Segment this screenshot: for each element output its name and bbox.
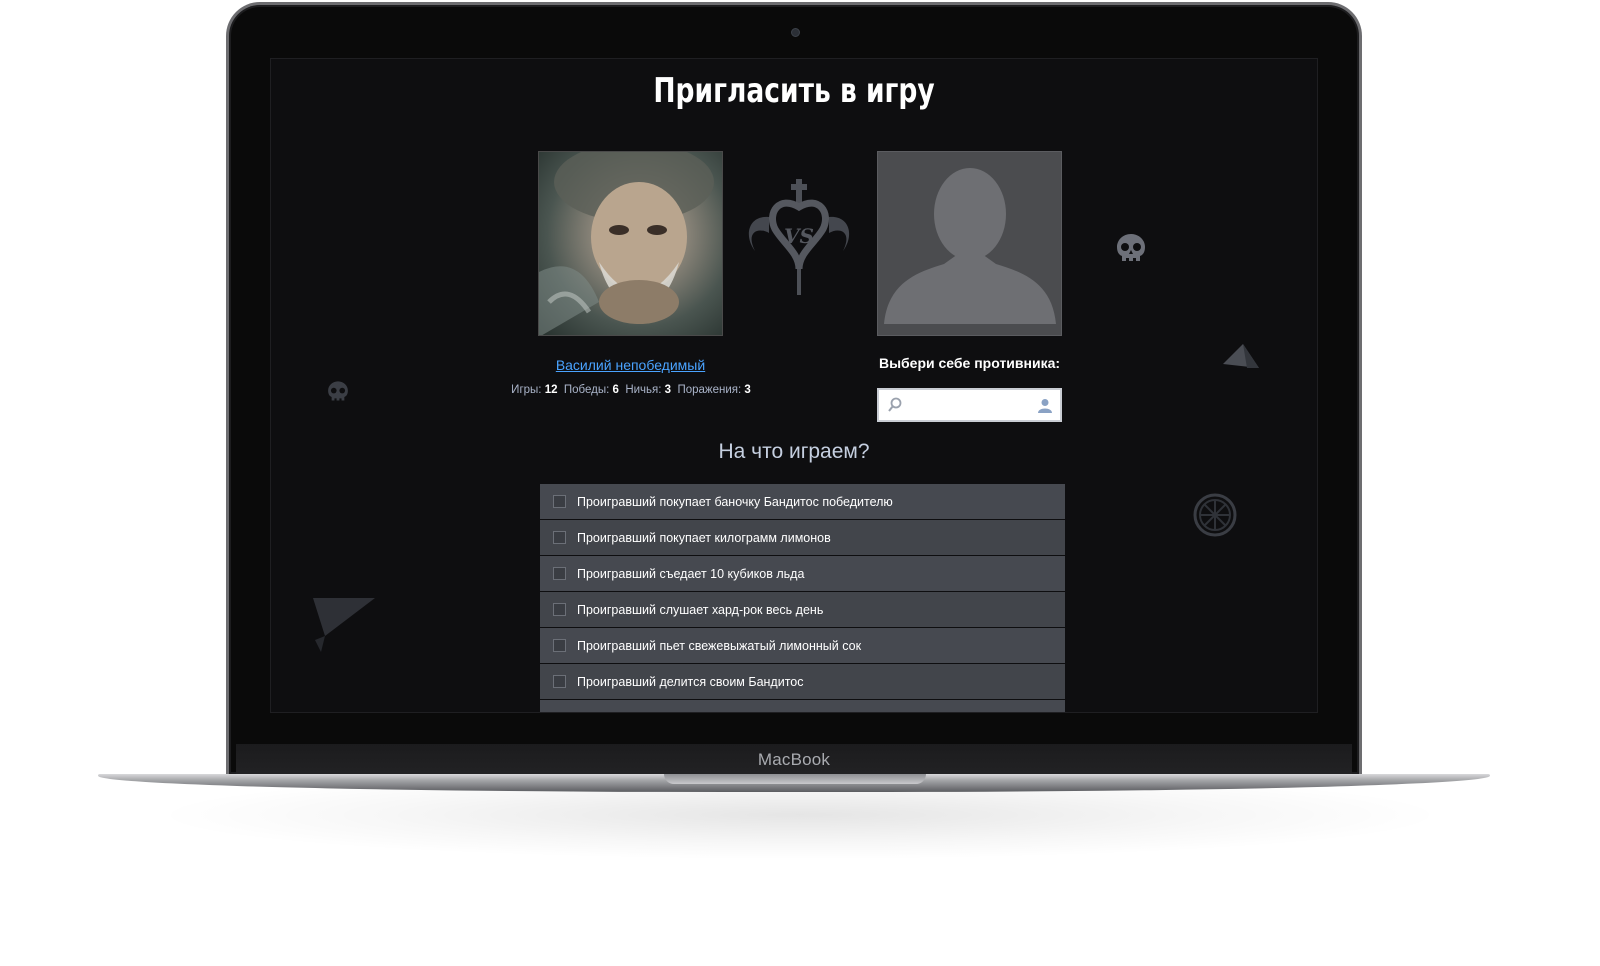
search-icon <box>888 397 902 412</box>
bet-option[interactable]: Проигравший покупает баночку Бандитос по… <box>540 484 1065 519</box>
vs-emblem-icon: VS <box>748 179 850 295</box>
laptop-chin: MacBook <box>236 744 1352 778</box>
avatar-silhouette-icon <box>884 168 1056 324</box>
bet-option[interactable]: Проигравший делится своим Бандитос <box>540 664 1065 699</box>
paper-plane-icon <box>313 598 375 652</box>
bet-option[interactable]: Проигравший покупает килограмм лимонов <box>540 520 1065 555</box>
bet-option-label: Проигравший съедает 10 кубиков льда <box>577 566 805 581</box>
bet-checkbox[interactable] <box>553 675 566 688</box>
paper-plane-icon <box>1223 344 1259 368</box>
stat-label: Поражения: <box>677 384 742 396</box>
choose-opponent-label: Выбери себе противника: <box>878 355 1061 371</box>
bet-option[interactable]: Проигравший слушает хард-рок весь день <box>540 592 1065 627</box>
bet-option-label: Проигравший пьет свежевыжатый лимонный с… <box>577 638 862 653</box>
opponent-avatar[interactable] <box>877 151 1062 336</box>
device-brand-label: MacBook <box>757 750 831 769</box>
stat-value: 12 <box>544 384 558 396</box>
player-photo <box>539 152 714 335</box>
opponent-search-input[interactable] <box>905 394 1033 418</box>
stat-value: 3 <box>744 384 751 396</box>
stat-label: Победы: <box>563 384 610 396</box>
bet-checkbox[interactable] <box>553 495 566 508</box>
bet-option-label: Проигравший покупает килограмм лимонов <box>577 530 831 545</box>
bet-option-label: Проигравший слушает хард-рок весь день <box>577 602 824 617</box>
stat-label: Ничья: <box>625 384 662 396</box>
bet-option[interactable]: Проигравший пьет свежевыжатый лимонный с… <box>540 628 1065 663</box>
laptop-hinge-notch <box>664 774 926 784</box>
bet-checkbox[interactable] <box>553 603 566 616</box>
screen: Пригласить в игру VS Василий непобедимый… <box>270 58 1318 713</box>
stat-label: Игры: <box>511 384 542 396</box>
bets-list: Проигравший покупает баночку Бандитос по… <box>540 484 1065 712</box>
bet-option-label: Проигравший покупает баночку Бандитос по… <box>577 494 893 509</box>
webcam <box>791 28 800 37</box>
bets-title: На что играем? <box>718 440 870 463</box>
user-icon[interactable] <box>1038 398 1052 413</box>
player-name-link[interactable]: Василий непобедимый <box>538 357 723 373</box>
player-stats: Игры: 12 Победы: 6 Ничья: 3 Поражения: 3 <box>471 384 791 396</box>
opponent-search-field[interactable] <box>877 388 1062 422</box>
bet-checkbox[interactable] <box>553 531 566 544</box>
bet-option[interactable]: Проигравший съедает 10 кубиков льда <box>540 556 1065 591</box>
stat-value: 6 <box>612 384 619 396</box>
svg-text:VS: VS <box>784 224 814 248</box>
skull-icon <box>1117 234 1145 261</box>
bet-option-partial[interactable] <box>540 700 1065 712</box>
bet-checkbox[interactable] <box>553 639 566 652</box>
bet-option-label: Проигравший делится своим Бандитос <box>577 674 804 689</box>
player-avatar[interactable] <box>538 151 723 336</box>
skull-icon <box>328 381 348 401</box>
stat-value: 3 <box>664 384 672 396</box>
page-title: Пригласить в игру <box>653 71 935 111</box>
lemon-slice-icon <box>1193 493 1237 537</box>
bet-checkbox[interactable] <box>553 567 566 580</box>
